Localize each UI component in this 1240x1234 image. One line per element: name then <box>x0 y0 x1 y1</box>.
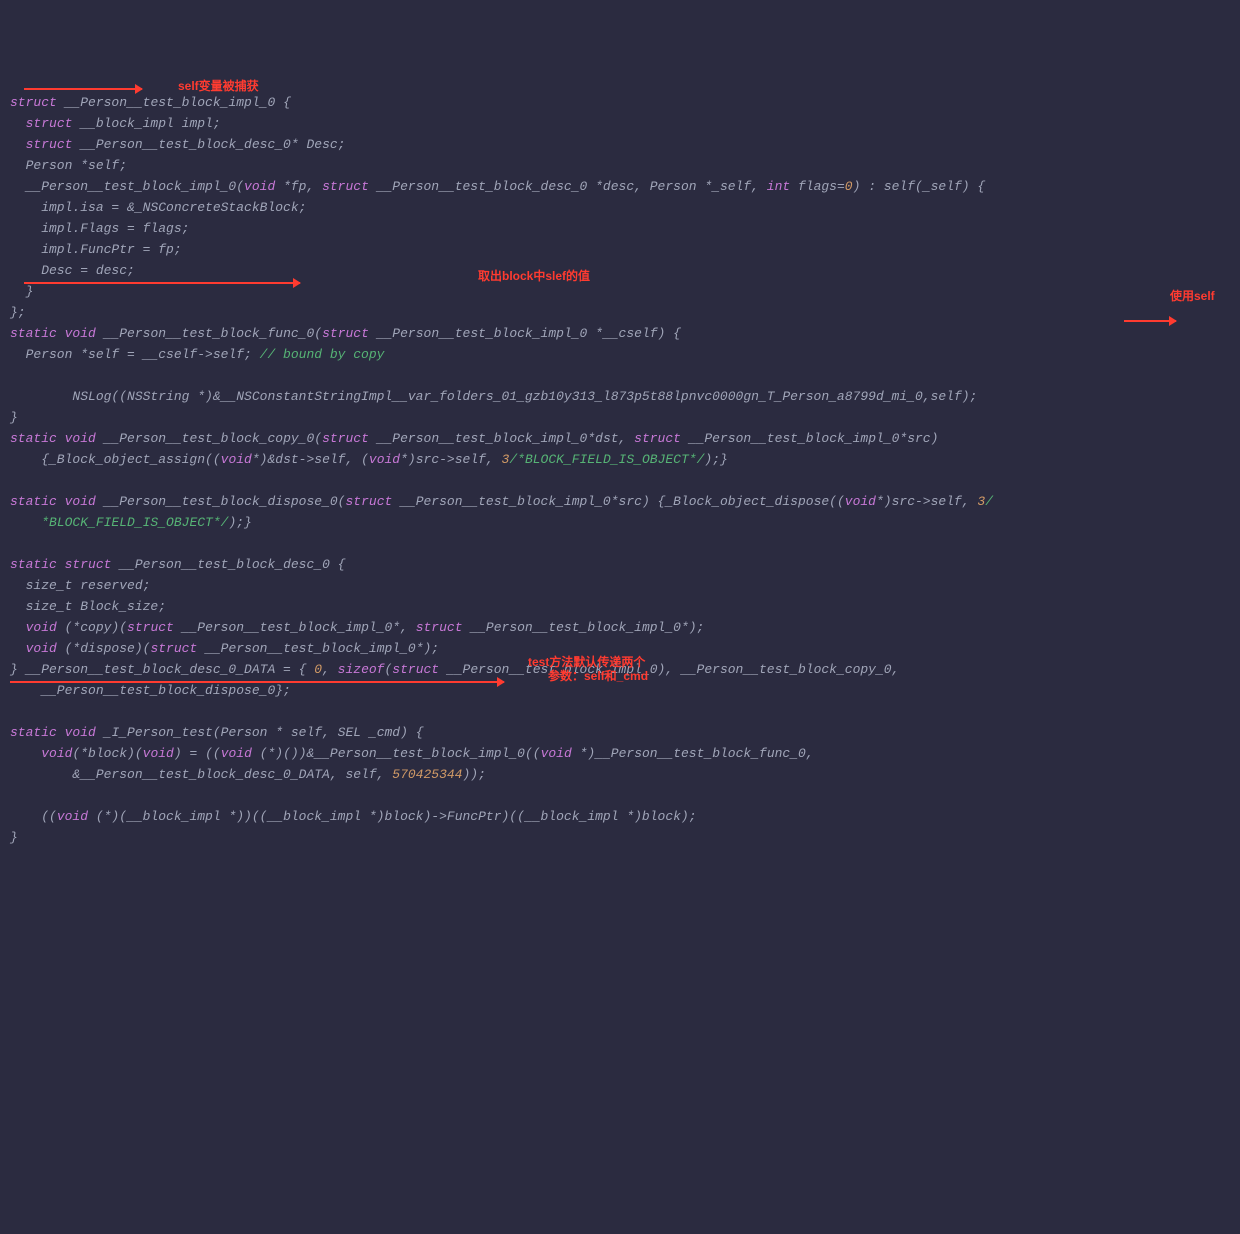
annotation-use-self: 使用self <box>1170 286 1215 307</box>
underline-self-use <box>1124 320 1176 322</box>
annotation-self-captured: self变量被捕获 <box>178 76 259 97</box>
annotation-extract-self: 取出block中slef的值 <box>478 266 590 287</box>
underline-self-decl <box>24 88 142 90</box>
underline-self-assign <box>24 282 300 284</box>
annotation-test-params-2: 参数：self和_cmd <box>548 666 648 687</box>
code-block: struct __Person__test_block_impl_0 { str… <box>10 92 1230 848</box>
underline-test-fn <box>10 681 504 683</box>
